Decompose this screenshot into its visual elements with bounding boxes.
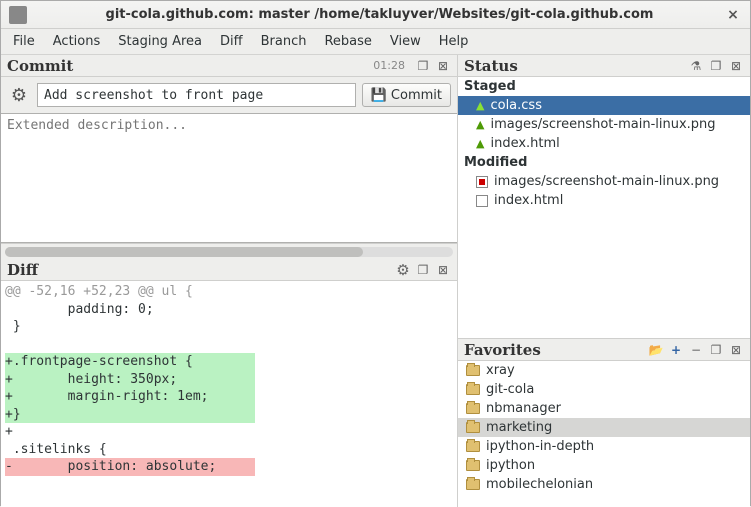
add-icon[interactable]: +	[668, 342, 684, 358]
favorite-item-label: nbmanager	[486, 401, 561, 416]
status-item-label: images/screenshot-main-linux.png	[494, 174, 719, 189]
status-section-modified[interactable]: Modified	[458, 153, 750, 172]
menu-view[interactable]: View	[390, 34, 421, 49]
filter-icon[interactable]: ⚗	[688, 58, 704, 74]
favorite-item[interactable]: xray	[458, 361, 750, 380]
remove-icon[interactable]: −	[688, 342, 704, 358]
status-item[interactable]: ▲ images/screenshot-main-linux.png	[458, 115, 750, 134]
status-panel-header: Status ⚗ ❐ ⊠	[458, 55, 750, 77]
status-item[interactable]: index.html	[458, 191, 750, 210]
folder-icon	[466, 384, 480, 395]
diff-line[interactable]	[5, 336, 453, 354]
favorites-panel-header: Favorites 📂 + − ❐ ⊠	[458, 339, 750, 361]
status-item-label: index.html	[494, 193, 563, 208]
close-panel-icon[interactable]: ⊠	[435, 58, 451, 74]
diff-viewer[interactable]: @@ -52,16 +52,23 @@ ul { padding: 0; } +…	[1, 281, 457, 507]
open-folder-icon[interactable]: 📂	[648, 342, 664, 358]
folder-icon	[466, 460, 480, 471]
favorites-panel-title: Favorites	[464, 341, 644, 359]
file-icon	[476, 176, 488, 188]
diff-panel-header: Diff ⚙ ❐ ⊠	[1, 259, 457, 281]
favorite-item[interactable]: ipython	[458, 456, 750, 475]
status-item[interactable]: images/screenshot-main-linux.png	[458, 172, 750, 191]
folder-icon	[466, 479, 480, 490]
diff-line[interactable]: - position: absolute;	[5, 458, 453, 476]
diff-panel-title: Diff	[7, 261, 391, 279]
diff-line[interactable]: @@ -52,16 +52,23 @@ ul {	[5, 283, 453, 301]
favorite-item-label: marketing	[486, 420, 552, 435]
diff-line[interactable]: }	[5, 318, 453, 336]
commit-panel-title: Commit	[7, 57, 369, 75]
favorite-item[interactable]: ipython-in-depth	[458, 437, 750, 456]
diff-line[interactable]: +	[5, 423, 453, 441]
restore-icon[interactable]: ❐	[415, 58, 431, 74]
file-icon	[476, 195, 488, 207]
diff-line[interactable]: +}	[5, 406, 453, 424]
status-item-label: cola.css	[490, 98, 542, 113]
commit-counter: 01:28	[373, 59, 405, 72]
favorite-item-label: xray	[486, 363, 515, 378]
menu-rebase[interactable]: Rebase	[324, 34, 371, 49]
folder-icon	[466, 365, 480, 376]
status-item-label: images/screenshot-main-linux.png	[490, 117, 715, 132]
favorite-item[interactable]: marketing	[458, 418, 750, 437]
close-panel-icon[interactable]: ⊠	[728, 342, 744, 358]
restore-icon[interactable]: ❐	[415, 262, 431, 278]
menubar: File Actions Staging Area Diff Branch Rebase V…	[1, 29, 750, 55]
app-icon	[9, 6, 27, 24]
folder-icon	[466, 441, 480, 452]
favorite-item-label: git-cola	[486, 382, 534, 397]
window-titlebar: git-cola.github.com: master /home/takluy…	[1, 1, 750, 29]
favorites-list[interactable]: xray git-cola nbmanager marketing ipython-in…	[458, 361, 750, 507]
folder-icon	[466, 403, 480, 414]
menu-file[interactable]: File	[13, 34, 35, 49]
status-section-staged[interactable]: Staged	[458, 77, 750, 96]
status-panel-title: Status	[464, 57, 684, 75]
commit-scrollbar[interactable]	[1, 243, 457, 259]
favorite-item[interactable]: nbmanager	[458, 399, 750, 418]
menu-actions[interactable]: Actions	[53, 34, 101, 49]
diff-line[interactable]: + height: 350px;	[5, 371, 453, 389]
commit-description-input[interactable]	[1, 113, 457, 243]
status-item[interactable]: ▲ cola.css	[458, 96, 750, 115]
menu-help[interactable]: Help	[439, 34, 469, 49]
diff-line[interactable]: +.frontpage-screenshot {	[5, 353, 453, 371]
favorite-item[interactable]: git-cola	[458, 380, 750, 399]
favorite-item[interactable]: mobilechelonian	[458, 475, 750, 494]
commit-button[interactable]: 💾 Commit	[362, 83, 451, 107]
diff-line[interactable]: + margin-right: 1em;	[5, 388, 453, 406]
menu-staging-area[interactable]: Staging Area	[118, 34, 202, 49]
staged-icon: ▲	[476, 118, 484, 131]
menu-branch[interactable]: Branch	[261, 34, 307, 49]
favorite-item-label: ipython-in-depth	[486, 439, 594, 454]
close-panel-icon[interactable]: ⊠	[728, 58, 744, 74]
status-item[interactable]: ▲ index.html	[458, 134, 750, 153]
status-item-label: index.html	[490, 136, 559, 151]
menu-diff[interactable]: Diff	[220, 34, 243, 49]
restore-icon[interactable]: ❐	[708, 342, 724, 358]
staged-icon: ▲	[476, 137, 484, 150]
gear-icon[interactable]: ⚙	[7, 83, 31, 107]
folder-icon	[466, 422, 480, 433]
commit-toolbar: ⚙ 💾 Commit	[1, 77, 457, 113]
commit-summary-input[interactable]	[37, 83, 356, 107]
close-panel-icon[interactable]: ⊠	[435, 262, 451, 278]
commit-button-label: Commit	[391, 88, 442, 103]
favorite-item-label: mobilechelonian	[486, 477, 593, 492]
diff-line[interactable]: padding: 0;	[5, 301, 453, 319]
restore-icon[interactable]: ❐	[708, 58, 724, 74]
save-icon: 💾	[371, 88, 387, 103]
staged-icon: ▲	[476, 99, 484, 112]
diff-line[interactable]: .sitelinks {	[5, 441, 453, 459]
favorite-item-label: ipython	[486, 458, 535, 473]
gear-icon[interactable]: ⚙	[395, 262, 411, 278]
status-tree[interactable]: Staged ▲ cola.css ▲ images/screenshot-main-l…	[458, 77, 750, 339]
window-close-button[interactable]: ×	[724, 7, 742, 23]
window-title: git-cola.github.com: master /home/takluy…	[35, 7, 724, 22]
commit-panel-header: Commit 01:28 ❐ ⊠	[1, 55, 457, 77]
